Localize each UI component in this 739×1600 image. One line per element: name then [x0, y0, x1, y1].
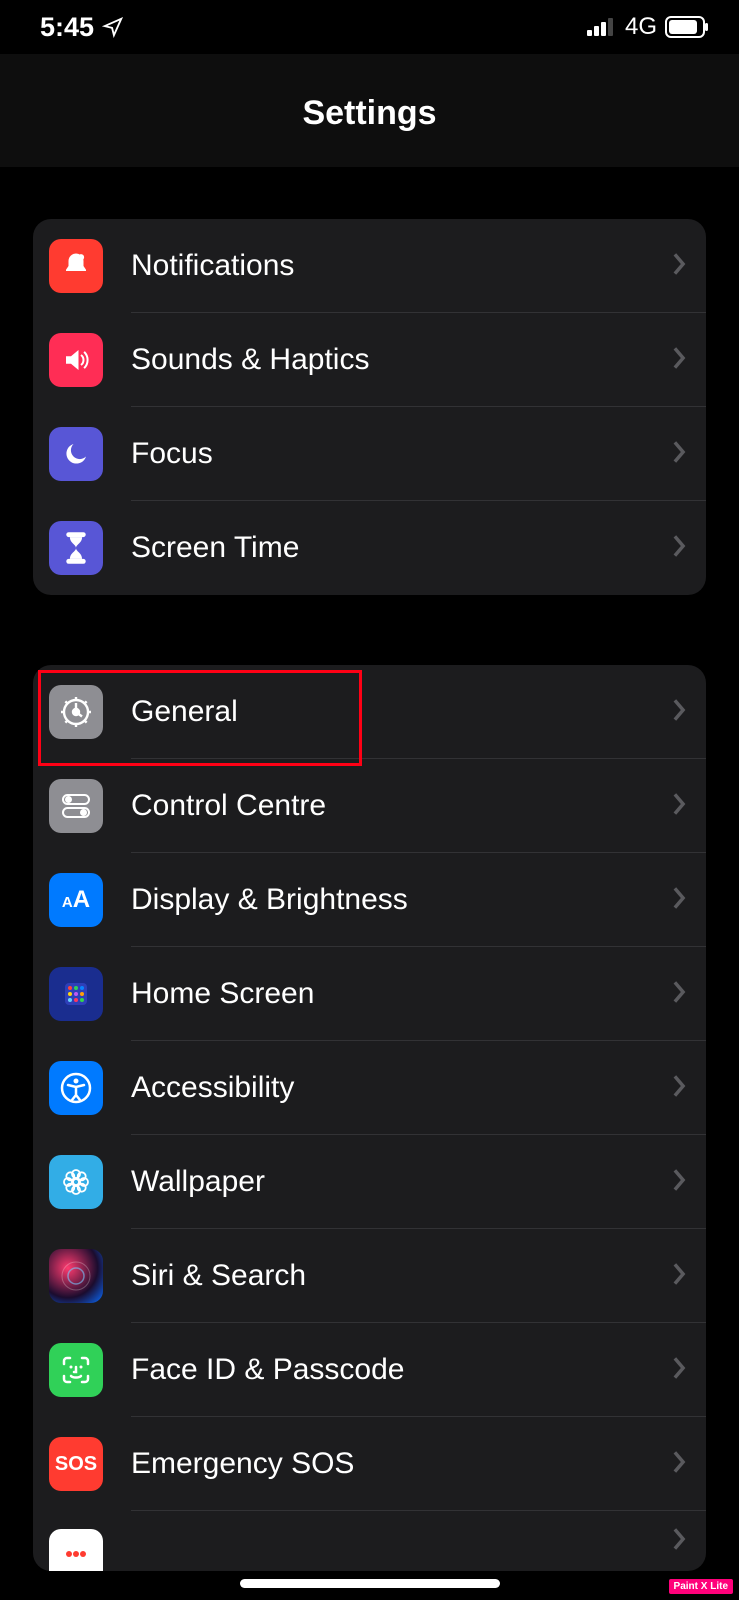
row-home-screen[interactable]: Home Screen	[33, 947, 706, 1041]
row-face-id-passcode[interactable]: Face ID & Passcode	[33, 1323, 706, 1417]
home-indicator[interactable]	[240, 1579, 500, 1588]
chevron-right-icon	[672, 793, 686, 820]
chevron-right-icon	[672, 1169, 686, 1196]
status-time: 5:45	[40, 12, 94, 43]
chevron-right-icon	[672, 441, 686, 468]
chevron-right-icon	[672, 887, 686, 914]
moon-icon	[49, 427, 103, 481]
row-label: Emergency SOS	[131, 1447, 672, 1481]
row-exposure-notifications[interactable]	[33, 1511, 706, 1571]
person-icon	[49, 1061, 103, 1115]
row-label: Sounds & Haptics	[131, 343, 672, 377]
siri-icon	[49, 1249, 103, 1303]
switches-icon	[49, 779, 103, 833]
battery-icon	[665, 16, 709, 38]
chevron-right-icon	[672, 981, 686, 1008]
chevron-right-icon	[672, 1357, 686, 1384]
flower-icon	[49, 1155, 103, 1209]
face-icon	[49, 1343, 103, 1397]
bell-icon	[49, 239, 103, 293]
row-siri-search[interactable]: Siri & Search	[33, 1229, 706, 1323]
row-label: Siri & Search	[131, 1259, 672, 1293]
sos-icon: SOS	[49, 1437, 103, 1491]
chevron-right-icon	[672, 1075, 686, 1102]
chevron-right-icon	[672, 1263, 686, 1290]
row-label: Display & Brightness	[131, 883, 672, 917]
row-label: General	[131, 695, 672, 729]
row-label: Accessibility	[131, 1071, 672, 1105]
row-label: Control Centre	[131, 789, 672, 823]
row-label: Focus	[131, 437, 672, 471]
grid-icon	[49, 967, 103, 1021]
hourglass-icon	[49, 521, 103, 575]
row-label: Wallpaper	[131, 1165, 672, 1199]
header-bar: Settings	[0, 54, 739, 167]
row-label: Face ID & Passcode	[131, 1353, 672, 1387]
chevron-right-icon	[672, 347, 686, 374]
cellular-signal-icon	[587, 18, 617, 36]
row-general[interactable]: General	[33, 665, 706, 759]
row-label: Home Screen	[131, 977, 672, 1011]
exposure-icon	[49, 1529, 103, 1571]
speaker-icon	[49, 333, 103, 387]
chevron-right-icon	[672, 1451, 686, 1478]
row-sounds-haptics[interactable]: Sounds & Haptics	[33, 313, 706, 407]
status-right: 4G	[587, 13, 709, 41]
aa-icon: AA	[49, 873, 103, 927]
row-control-centre[interactable]: Control Centre	[33, 759, 706, 853]
row-accessibility[interactable]: Accessibility	[33, 1041, 706, 1135]
chevron-right-icon	[672, 535, 686, 562]
settings-group-1: Notifications Sounds & Haptics	[33, 219, 706, 595]
chevron-right-icon	[672, 699, 686, 726]
row-wallpaper[interactable]: Wallpaper	[33, 1135, 706, 1229]
row-focus[interactable]: Focus	[33, 407, 706, 501]
row-screen-time[interactable]: Screen Time	[33, 501, 706, 595]
page-title: Settings	[0, 94, 739, 133]
settings-content: Notifications Sounds & Haptics	[0, 219, 739, 1571]
settings-group-2: General Control Centre	[33, 665, 706, 1571]
row-emergency-sos[interactable]: SOS Emergency SOS	[33, 1417, 706, 1511]
row-label: Screen Time	[131, 531, 672, 565]
row-display-brightness[interactable]: AA Display & Brightness	[33, 853, 706, 947]
network-type: 4G	[625, 13, 657, 41]
status-bar: 5:45 4G	[0, 0, 739, 54]
chevron-right-icon	[672, 253, 686, 280]
watermark: Paint X Lite	[669, 1579, 733, 1594]
row-notifications[interactable]: Notifications	[33, 219, 706, 313]
gear-icon	[49, 685, 103, 739]
row-label: Notifications	[131, 249, 672, 283]
chevron-right-icon	[672, 1528, 686, 1555]
status-left: 5:45	[40, 12, 124, 43]
location-icon	[102, 16, 124, 38]
